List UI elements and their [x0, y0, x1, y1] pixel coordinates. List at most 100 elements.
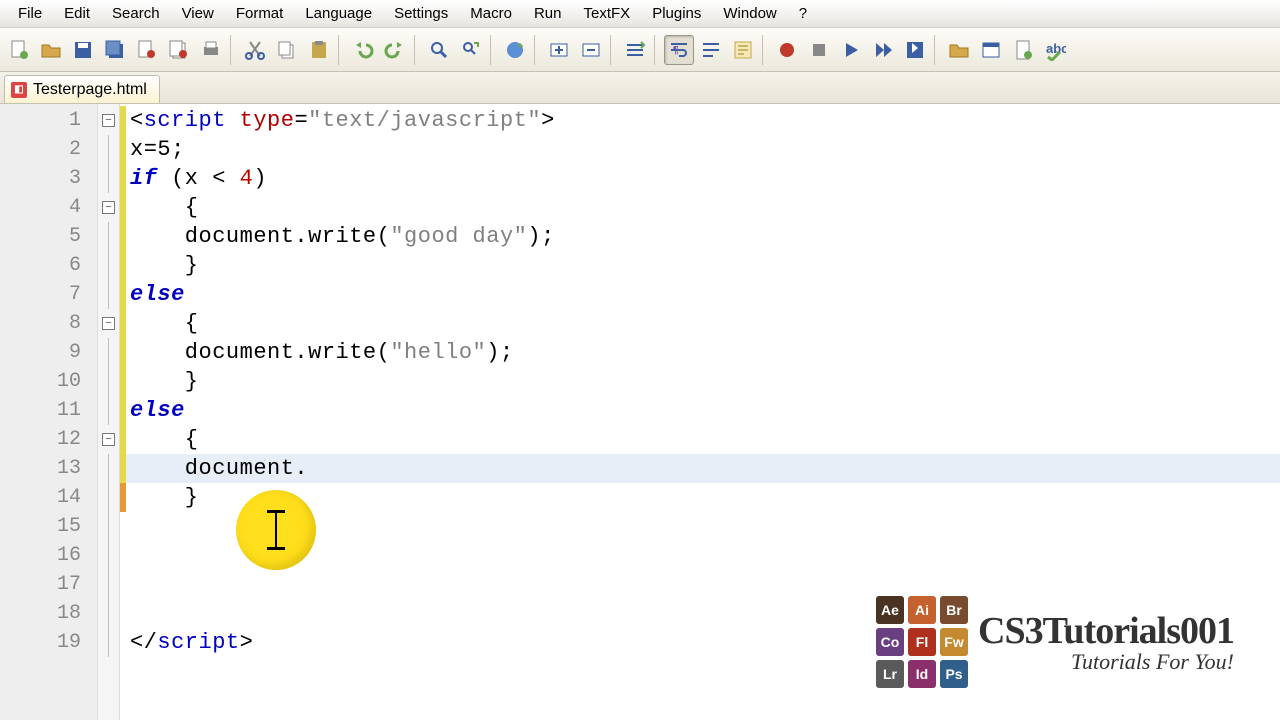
line-number: 2: [0, 135, 97, 164]
tab-bar: ◧ Testerpage.html: [0, 72, 1280, 104]
code-line[interactable]: x=5;: [126, 135, 1280, 164]
editor[interactable]: 12345678910111213141516171819 −−−− <scri…: [0, 104, 1280, 720]
line-number: 12: [0, 425, 97, 454]
zoom-in-button[interactable]: [544, 35, 574, 65]
redo-button[interactable]: [380, 35, 410, 65]
toolbar: ¶ abc: [0, 28, 1280, 72]
code-line[interactable]: [126, 570, 1280, 599]
line-number: 4: [0, 193, 97, 222]
menu-edit[interactable]: Edit: [54, 5, 100, 22]
line-number: 17: [0, 570, 97, 599]
menu-?[interactable]: ?: [789, 5, 817, 22]
app-icon-fl: Fl: [908, 628, 936, 656]
print-button[interactable]: [196, 35, 226, 65]
watermark-title: CS3Tutorials001: [978, 609, 1234, 653]
save-button[interactable]: [68, 35, 98, 65]
fold-toggle[interactable]: −: [102, 433, 115, 446]
line-number: 14: [0, 483, 97, 512]
line-number: 7: [0, 280, 97, 309]
spellcheck-button[interactable]: abc: [1040, 35, 1070, 65]
code-line[interactable]: else: [126, 280, 1280, 309]
menu-run[interactable]: Run: [524, 5, 572, 22]
indent-guide-button[interactable]: [728, 35, 758, 65]
paste-button[interactable]: [304, 35, 334, 65]
menu-format[interactable]: Format: [226, 5, 294, 22]
code-line[interactable]: {: [126, 425, 1280, 454]
line-number-gutter: 12345678910111213141516171819: [0, 104, 98, 720]
line-number: 8: [0, 309, 97, 338]
replace-button[interactable]: [456, 35, 486, 65]
menu-textfx[interactable]: TextFX: [574, 5, 641, 22]
cut-button[interactable]: [240, 35, 270, 65]
cursor-highlight-marker: [236, 490, 316, 570]
close-button[interactable]: [132, 35, 162, 65]
new-file-button[interactable]: [4, 35, 34, 65]
play-multiple-button[interactable]: [868, 35, 898, 65]
app-icon-co: Co: [876, 628, 904, 656]
code-line[interactable]: document.: [126, 454, 1280, 483]
sync-button[interactable]: [620, 35, 650, 65]
fold-toggle[interactable]: −: [102, 114, 115, 127]
code-line[interactable]: document.write("good day");: [126, 222, 1280, 251]
file-tab[interactable]: ◧ Testerpage.html: [4, 75, 160, 103]
copy-button[interactable]: [272, 35, 302, 65]
open-file-button[interactable]: [36, 35, 66, 65]
bookmark-button[interactable]: [500, 35, 530, 65]
svg-text:abc: abc: [1046, 41, 1066, 56]
record-button[interactable]: [772, 35, 802, 65]
menu-view[interactable]: View: [172, 5, 224, 22]
line-number: 13: [0, 454, 97, 483]
zoom-out-button[interactable]: [576, 35, 606, 65]
line-number: 5: [0, 222, 97, 251]
fold-toggle[interactable]: −: [102, 201, 115, 214]
line-number: 10: [0, 367, 97, 396]
fold-column[interactable]: − − − −: [98, 104, 120, 720]
app-icon-br: Br: [940, 596, 968, 624]
line-number: 11: [0, 396, 97, 425]
app-icon-lr: Lr: [876, 660, 904, 688]
line-number: 1: [0, 106, 97, 135]
save-all-button[interactable]: [100, 35, 130, 65]
tab-label: Testerpage.html: [33, 81, 147, 99]
code-line[interactable]: {: [126, 309, 1280, 338]
fold-toggle[interactable]: −: [102, 317, 115, 330]
code-line[interactable]: else: [126, 396, 1280, 425]
code-line[interactable]: }: [126, 367, 1280, 396]
save-macro-button[interactable]: [900, 35, 930, 65]
menu-window[interactable]: Window: [713, 5, 786, 22]
menu-plugins[interactable]: Plugins: [642, 5, 711, 22]
browser-button[interactable]: [976, 35, 1006, 65]
undo-button[interactable]: [348, 35, 378, 65]
code-line[interactable]: }: [126, 251, 1280, 280]
text-cursor-icon: [267, 510, 285, 550]
line-number: 9: [0, 338, 97, 367]
line-number: 16: [0, 541, 97, 570]
show-chars-button[interactable]: [696, 35, 726, 65]
menu-bar: FileEditSearchViewFormatLanguageSettings…: [0, 0, 1280, 28]
wordwrap-button[interactable]: ¶: [664, 35, 694, 65]
stop-button[interactable]: [804, 35, 834, 65]
menu-macro[interactable]: Macro: [460, 5, 522, 22]
menu-settings[interactable]: Settings: [384, 5, 458, 22]
menu-file[interactable]: File: [8, 5, 52, 22]
play-button[interactable]: [836, 35, 866, 65]
app-icon-id: Id: [908, 660, 936, 688]
find-button[interactable]: [424, 35, 454, 65]
menu-search[interactable]: Search: [102, 5, 170, 22]
line-number: 15: [0, 512, 97, 541]
close-all-button[interactable]: [164, 35, 194, 65]
app-icon-ai: Ai: [908, 596, 936, 624]
adobe-icon-grid: AeAiBrCoFlFwLrIdPs: [876, 596, 968, 688]
folder-button[interactable]: [944, 35, 974, 65]
line-number: 19: [0, 628, 97, 657]
code-line[interactable]: {: [126, 193, 1280, 222]
watermark-subtitle: Tutorials For You!: [1071, 649, 1234, 675]
svg-text:¶: ¶: [673, 45, 679, 56]
doc-button[interactable]: [1008, 35, 1038, 65]
app-icon-ae: Ae: [876, 596, 904, 624]
code-line[interactable]: document.write("hello");: [126, 338, 1280, 367]
menu-language[interactable]: Language: [295, 5, 382, 22]
code-line[interactable]: if (x < 4): [126, 164, 1280, 193]
line-number: 18: [0, 599, 97, 628]
code-line[interactable]: <script type="text/javascript">: [126, 106, 1280, 135]
